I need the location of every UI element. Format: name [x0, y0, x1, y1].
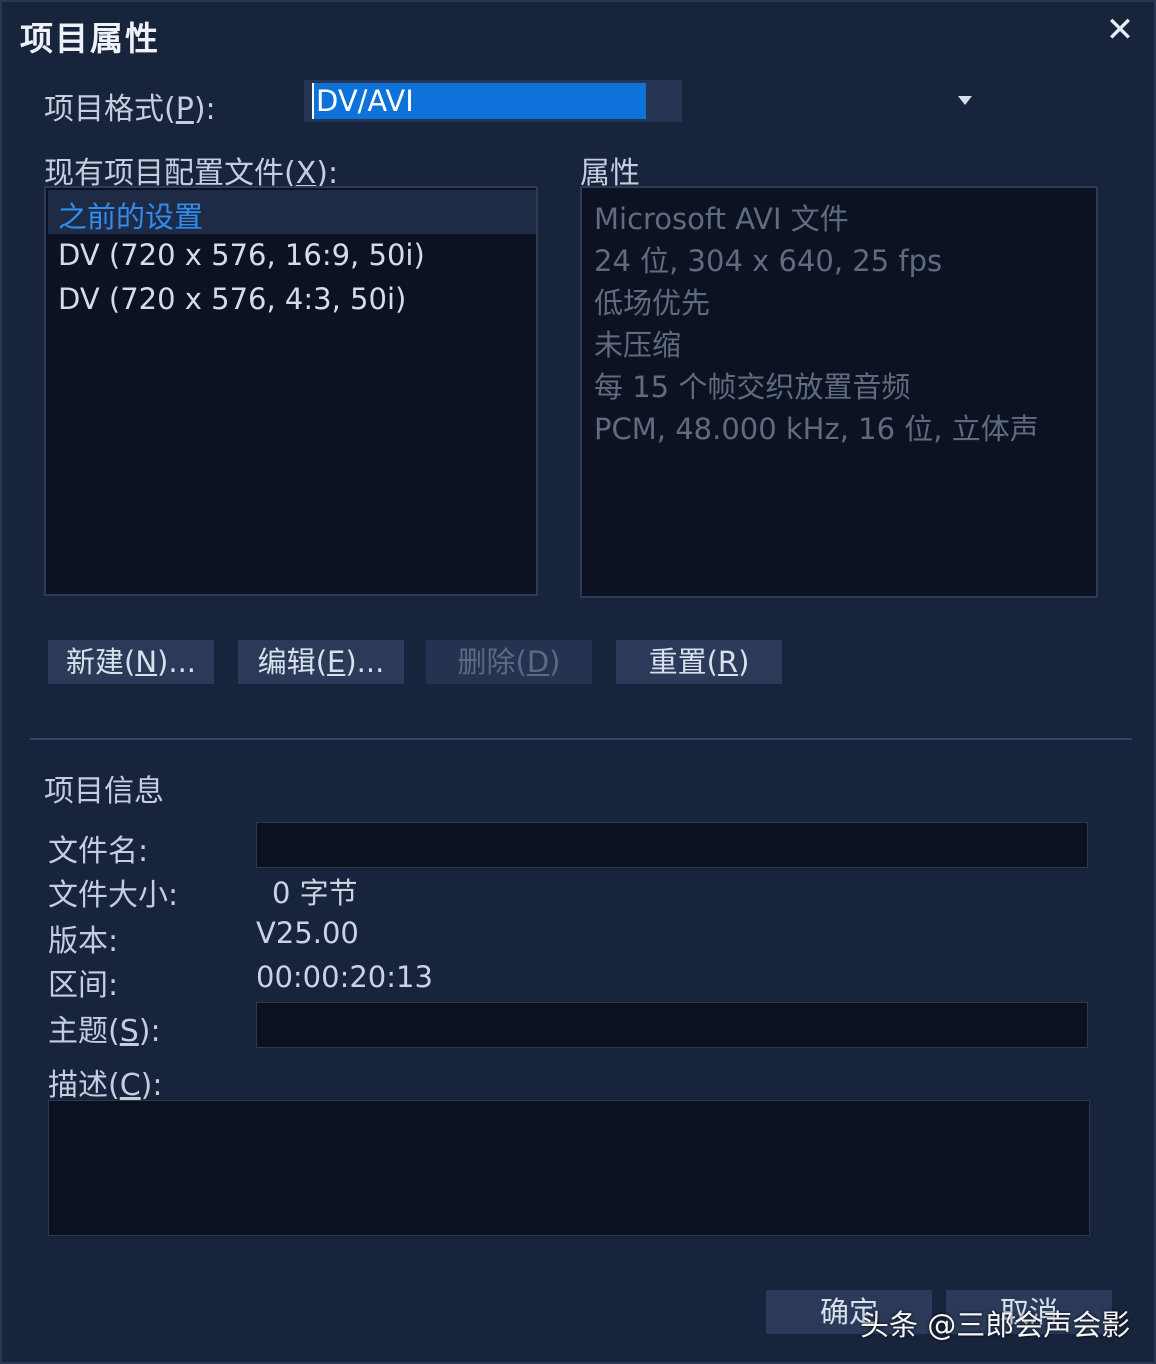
- project-info-title: 项目信息: [44, 774, 164, 809]
- close-icon[interactable]: ✕: [1102, 12, 1138, 48]
- description-textarea[interactable]: [48, 1100, 1090, 1236]
- property-line: 低场优先: [594, 286, 711, 320]
- property-line: PCM, 48.000 kHz, 16 位, 立体声: [594, 412, 1039, 446]
- list-item-previous-settings[interactable]: 之前的设置: [58, 194, 203, 236]
- property-line: 24 位, 304 x 640, 25 fps: [594, 244, 943, 278]
- subject-label: 主题(S):: [48, 1014, 161, 1049]
- reset-button[interactable]: 重置(R): [616, 640, 782, 684]
- reset-button-label: 重置: [648, 645, 707, 679]
- format-select[interactable]: DV/AVI: [304, 80, 972, 122]
- delete-button-mnemonic: D: [526, 645, 550, 679]
- format-mnemonic: P: [175, 92, 194, 127]
- edit-button-mnemonic: E: [327, 645, 346, 679]
- format-label-text: 项目格式: [44, 92, 164, 127]
- description-label: 描述(C):: [48, 1068, 163, 1103]
- reset-button-suffix: ): [738, 645, 750, 679]
- new-button-label: 新建: [65, 645, 124, 679]
- filename-field[interactable]: [256, 822, 1088, 868]
- dialog-title: 项目属性: [20, 19, 160, 58]
- section-divider: [30, 738, 1132, 740]
- format-select-value: DV/AVI: [312, 83, 646, 119]
- duration-value: 00:00:20:13: [256, 960, 433, 994]
- filename-label: 文件名:: [48, 834, 149, 869]
- subject-label-text: 主题: [48, 1014, 108, 1049]
- list-item-dv-4-3[interactable]: DV (720 x 576, 4:3, 50i): [58, 282, 406, 316]
- delete-button[interactable]: 删除(D): [426, 640, 592, 684]
- version-label: 版本:: [48, 924, 119, 959]
- new-button-suffix: )...: [157, 645, 196, 679]
- property-line: 未压缩: [594, 328, 682, 362]
- property-line: 每 15 个帧交织放置音频: [594, 370, 911, 404]
- watermark-text: 头条 @三郎会声会影: [860, 1308, 1131, 1342]
- new-button-mnemonic: N: [135, 645, 158, 679]
- description-label-text: 描述: [48, 1068, 108, 1103]
- property-line: Microsoft AVI 文件: [594, 202, 849, 236]
- new-button[interactable]: 新建(N)...: [48, 640, 214, 684]
- delete-button-label: 删除: [457, 645, 516, 679]
- profiles-list[interactable]: 之前的设置 DV (720 x 576, 16:9, 50i) DV (720 …: [44, 186, 538, 596]
- edit-button-suffix: )...: [345, 645, 385, 679]
- subject-field[interactable]: [256, 1002, 1088, 1048]
- filesize-value: 0 字节: [272, 876, 358, 910]
- edit-button-label: 编辑: [257, 645, 316, 679]
- description-mnemonic: C: [119, 1068, 141, 1103]
- filesize-label: 文件大小:: [48, 878, 179, 913]
- edit-button[interactable]: 编辑(E)...: [238, 640, 404, 684]
- subject-mnemonic: S: [119, 1014, 139, 1049]
- reset-button-mnemonic: R: [717, 645, 739, 679]
- delete-button-suffix: ): [549, 645, 561, 679]
- list-item-dv-16-9[interactable]: DV (720 x 576, 16:9, 50i): [58, 238, 425, 272]
- properties-panel: Microsoft AVI 文件 24 位, 304 x 640, 25 fps…: [580, 186, 1098, 598]
- project-properties-dialog: 项目属性 ✕ 项目格式(P): DV/AVI 现有项目配置文件(X): 之前的设…: [0, 0, 1156, 1364]
- chevron-down-icon[interactable]: [948, 80, 982, 122]
- format-label: 项目格式(P):: [44, 92, 216, 127]
- duration-label: 区间:: [48, 968, 119, 1003]
- version-value: V25.00: [256, 916, 359, 950]
